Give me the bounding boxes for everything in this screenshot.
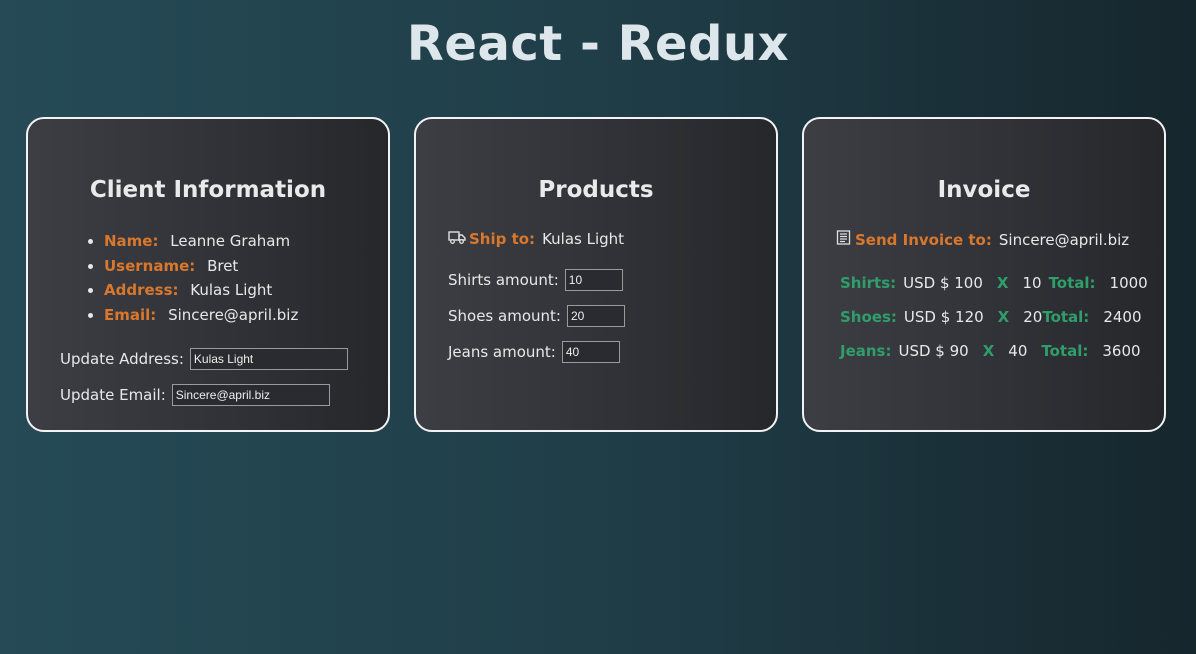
invoice-icon: [836, 230, 852, 249]
client-info-list: Name: Leanne Graham Username: Bret Addre…: [86, 229, 298, 327]
update-email-input[interactable]: [171, 384, 330, 406]
list-item-username: Username: Bret: [104, 254, 298, 279]
send-invoice-value: Sincere@april.biz: [998, 230, 1130, 249]
jeans-amount-input[interactable]: [561, 341, 620, 363]
truck-icon: [448, 230, 466, 248]
email-value: Sincere@april.biz: [168, 305, 299, 324]
email-label: Email:: [104, 305, 157, 324]
invoice-qty: 20: [1023, 308, 1043, 326]
name-label: Name:: [104, 232, 159, 250]
address-value: Kulas Light: [190, 281, 273, 299]
invoice-total-value: 3600: [1102, 342, 1141, 360]
invoice-line-jeans: Jeans: USD $ 90 X 40 Total: 3600: [840, 342, 1141, 360]
shirts-amount-row: Shirts amount:: [448, 269, 623, 291]
update-email-row: Update Email:: [60, 384, 330, 406]
invoice-qty: 40: [1008, 342, 1028, 360]
update-address-label: Update Address:: [60, 350, 184, 368]
jeans-amount-row: Jeans amount:: [448, 341, 620, 363]
address-label: Address:: [104, 281, 179, 299]
invoice-total-value: 1000: [1109, 274, 1148, 292]
username-value: Bret: [207, 256, 239, 275]
client-information-card: Client Information Name: Leanne Graham U…: [26, 117, 390, 432]
invoice-total-label: Total:: [1042, 308, 1090, 326]
invoice-price: USD $ 100: [903, 274, 983, 292]
invoice-card: Invoice Send Invoice to: Sincere@april.b…: [802, 117, 1166, 432]
products-card: Products Ship to: Kulas Light Shirts amo…: [414, 117, 778, 432]
list-item-name: Name: Leanne Graham: [104, 229, 298, 254]
invoice-item-label: Jeans:: [840, 342, 892, 360]
shoes-amount-row: Shoes amount:: [448, 305, 625, 327]
update-address-row: Update Address:: [60, 348, 348, 370]
invoice-total-label: Total:: [1048, 274, 1096, 292]
invoice-item-label: Shoes:: [840, 308, 897, 326]
list-item-email: Email: Sincere@april.biz: [104, 303, 298, 328]
client-card-title: Client Information: [89, 177, 327, 203]
ship-to-label: Ship to:: [469, 230, 536, 248]
invoice-item-label: Shirts:: [840, 274, 897, 292]
update-address-input[interactable]: [189, 348, 348, 370]
list-item-address: Address: Kulas Light: [104, 278, 298, 303]
name-value: Leanne Graham: [170, 232, 291, 250]
username-label: Username:: [104, 256, 196, 275]
send-invoice-label: Send Invoice to:: [855, 230, 992, 249]
invoice-total-label: Total:: [1041, 342, 1089, 360]
ship-to-value: Kulas Light: [542, 230, 625, 248]
invoice-times: X: [982, 342, 995, 360]
invoice-price: USD $ 90: [898, 342, 969, 360]
invoice-price: USD $ 120: [903, 308, 984, 326]
invoice-line-shoes: Shoes: USD $ 120 X 20Total: 2400: [840, 308, 1142, 326]
invoice-qty: 10: [1022, 274, 1042, 292]
shirts-amount-input[interactable]: [564, 269, 623, 291]
send-invoice-line: Send Invoice to: Sincere@april.biz: [836, 230, 1129, 249]
shoes-amount-input[interactable]: [566, 305, 625, 327]
products-card-title: Products: [538, 177, 654, 203]
shoes-amount-label: Shoes amount:: [448, 307, 561, 325]
invoice-line-shirts: Shirts: USD $ 100 X 10 Total: 1000: [840, 274, 1148, 292]
page-title: React - Redux: [406, 16, 790, 72]
shirts-amount-label: Shirts amount:: [448, 271, 559, 289]
invoice-times: X: [997, 308, 1010, 326]
jeans-amount-label: Jeans amount:: [448, 343, 556, 361]
invoice-card-title: Invoice: [937, 177, 1031, 203]
invoice-times: X: [996, 274, 1009, 292]
update-email-label: Update Email:: [60, 386, 166, 404]
invoice-total-value: 2400: [1103, 308, 1142, 326]
ship-to-line: Ship to: Kulas Light: [448, 230, 624, 248]
